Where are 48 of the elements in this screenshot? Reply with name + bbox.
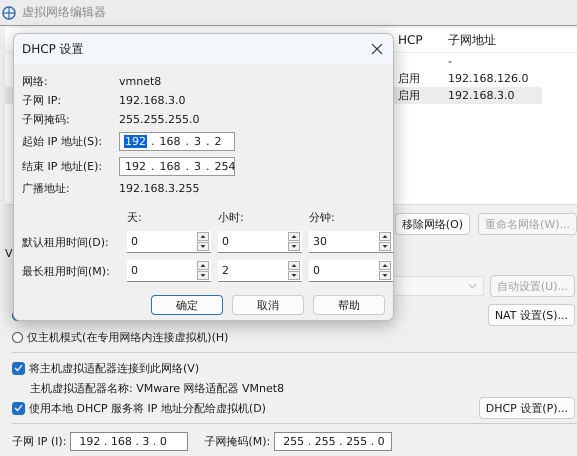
checkbox[interactable]	[12, 362, 25, 374]
field-label: 子网掩码:	[22, 112, 71, 127]
field-value: vmnet8	[119, 75, 162, 88]
window-title: 虚拟网络编辑器	[22, 4, 106, 21]
spin-box[interactable]: 2	[218, 260, 302, 282]
subnet-mask-label: 子网掩码(M):	[204, 434, 270, 449]
section-label: V	[5, 247, 13, 260]
field-value: 192.168.3.255	[119, 182, 200, 195]
remove-network-button[interactable]: 移除网络(O)	[394, 213, 470, 235]
radio-button[interactable]	[12, 332, 23, 342]
column-label: 天:	[127, 210, 143, 224]
close-icon[interactable]	[371, 43, 383, 55]
ip-address-field[interactable]: 192 . 168 . 3 . 2	[119, 132, 235, 151]
field-value: 192.168.3.0	[119, 94, 186, 107]
dialog-button[interactable]: 帮助	[313, 295, 385, 315]
dhcp-settings-button[interactable]: DHCP 设置(P)...	[478, 397, 575, 419]
checkbox[interactable]	[12, 402, 25, 414]
checkbox-label: 将主机虚拟适配器连接到此网络(V)	[29, 360, 200, 376]
network-icon	[2, 6, 16, 20]
dialog-button[interactable]: 取消	[232, 295, 304, 315]
field-label: 默认租用时间(D):	[22, 234, 110, 250]
field-label: 起始 IP 地址(S):	[22, 134, 104, 149]
dialog-title: DHCP 设置	[22, 40, 84, 58]
field-label: 结束 IP 地址(E):	[22, 159, 104, 174]
chevron-icon	[468, 283, 477, 289]
column-header: HCP	[398, 33, 424, 47]
spin-box[interactable]: 0	[127, 231, 211, 253]
column-header: 子网地址	[448, 32, 497, 48]
field-label: 广播地址:	[22, 181, 71, 196]
field-label: 子网 IP:	[22, 93, 62, 108]
spin-box[interactable]: 0	[127, 260, 211, 282]
dialog-button[interactable]: 确定	[151, 295, 223, 315]
spin-box[interactable]: 0	[309, 260, 393, 282]
nat-settings-button[interactable]: NAT 设置(S)...	[488, 304, 575, 326]
spin-box[interactable]: 30	[309, 231, 393, 253]
subnet-ip-field[interactable]: 192 . 168 . 3 . 0	[70, 432, 188, 451]
subnet-mask-field[interactable]: 255 . 255 . 255 . 0	[274, 432, 392, 451]
field-value: 255.255.255.0	[119, 113, 200, 126]
ip-address-field[interactable]: 192 . 168 . 3 . 254	[119, 157, 235, 176]
subnet-ip-label: 子网 IP (I):	[12, 434, 66, 449]
column-label: 分钟:	[309, 210, 336, 224]
field-label: 网络:	[22, 74, 49, 89]
column-label: 小时:	[218, 210, 245, 224]
field-label: 最长租用时间(M):	[22, 264, 111, 278]
adapter-name-text: 主机虚拟适配器名称: VMware 网络适配器 VMnet8	[30, 380, 284, 396]
spin-box[interactable]: 0	[218, 231, 302, 253]
checkbox-label: 使用本地 DHCP 服务将 IP 地址分配给虚拟机(D)	[29, 400, 266, 416]
radio-label: 仅主机模式(在专用网络内连接虚拟机)(H)	[27, 330, 228, 344]
